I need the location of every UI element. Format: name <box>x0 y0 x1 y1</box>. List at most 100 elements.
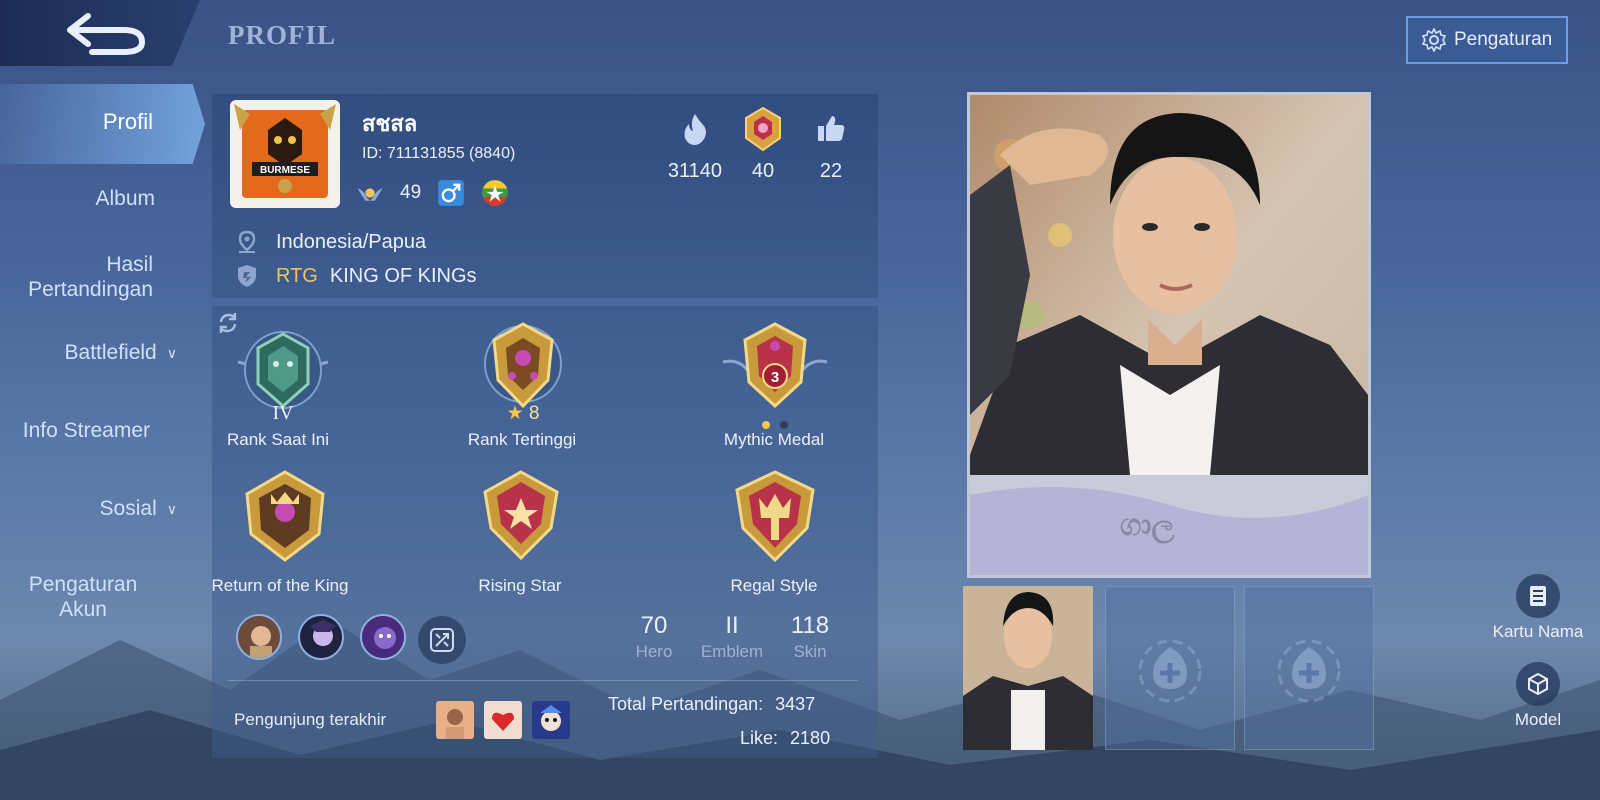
divider <box>228 680 858 681</box>
album-add-slot-1[interactable] <box>1105 586 1235 750</box>
skin-count-label: Skin <box>793 642 827 661</box>
squad-name: KING OF KINGs <box>329 264 477 287</box>
location-text: Indonesia/Papua <box>276 230 427 253</box>
profile-main-photo[interactable]: ගාල <box>967 92 1371 578</box>
sidebar-item-label: Info Streamer <box>22 419 150 442</box>
settings-button[interactable]: Pengaturan <box>1406 16 1568 64</box>
location-row: Indonesia/Papua <box>236 228 426 256</box>
sidebar-item-label: Album <box>95 187 155 210</box>
player-level-row: 49 <box>356 178 509 208</box>
back-arrow-icon <box>67 13 146 55</box>
popularity-value: 31140 <box>667 160 723 182</box>
emblem-count[interactable]: II Emblem <box>692 612 772 662</box>
gear-icon <box>1422 28 1446 52</box>
sidebar-item-label: Profil <box>102 109 153 134</box>
favorite-hero-1[interactable] <box>236 614 282 660</box>
mythical-glory-badge-icon <box>484 322 562 409</box>
avatar-badge-text: BURMESE <box>260 165 310 176</box>
page-title: PROFIL <box>228 20 337 50</box>
male-icon <box>438 180 464 206</box>
player-name: สชสล <box>362 111 418 136</box>
return-of-the-king-medal[interactable] <box>210 468 360 564</box>
squad-row[interactable]: RTG KING OF KINGs <box>236 262 477 290</box>
charisma-stat[interactable]: 40 <box>728 104 798 182</box>
model-label: Model <box>1514 710 1562 729</box>
emblem-count-value: II <box>725 612 739 639</box>
chevron-down-icon: ∨ <box>166 500 177 517</box>
return-of-the-king-icon <box>245 470 325 562</box>
emblem-count-label: Emblem <box>700 642 764 661</box>
current-rank-medal[interactable]: IV <box>208 322 358 424</box>
total-matches: Total Pertandingan: 3437 <box>608 694 815 715</box>
total-matches-label: Total Pertandingan: <box>608 694 764 714</box>
album-add-slot-2[interactable] <box>1244 586 1374 750</box>
medal-icon <box>745 106 781 152</box>
model-button[interactable]: Model <box>1483 662 1593 730</box>
visitor-avatar <box>436 701 474 739</box>
sidebar-item-profil[interactable]: Profil <box>0 84 205 164</box>
highest-rank-label: Rank Tertinggi <box>467 430 577 449</box>
sidebar-item-label: Pengaturan Akun <box>28 573 138 621</box>
squad-abbreviation: RTG <box>276 264 318 287</box>
total-matches-value: 3437 <box>775 694 816 714</box>
shuffle-icon <box>430 628 454 652</box>
star-icon: ★ <box>506 403 524 424</box>
visitor-avatar-1[interactable] <box>436 701 474 739</box>
level-wings-icon <box>357 188 383 201</box>
rank-tier: IV <box>272 402 294 424</box>
popularity-stat[interactable]: 31140 <box>660 112 730 182</box>
regal-style-icon <box>735 470 815 563</box>
sidebar-item-match-results[interactable]: Hasil Pertandingan <box>3 252 153 302</box>
settings-label: Pengaturan <box>1454 29 1553 50</box>
profile-photo: ගාල <box>970 95 1368 575</box>
favorite-hero-2[interactable] <box>298 614 344 660</box>
add-photo-icon <box>1277 639 1341 703</box>
myanmar-flag-icon <box>482 180 509 206</box>
album-photo <box>963 586 1093 750</box>
avatar[interactable]: BURMESE <box>230 100 340 208</box>
name-card-button[interactable]: Kartu Nama <box>1483 574 1593 642</box>
name-card-icon <box>1516 574 1560 618</box>
top-bar: PROFIL Pengaturan <box>0 0 1600 70</box>
sidebar-item-account-settings[interactable]: Pengaturan Akun <box>13 572 153 622</box>
hero-count[interactable]: 70 Hero <box>614 612 694 662</box>
profile-stats: 31140 40 22 <box>660 106 860 192</box>
current-rank-label: Rank Saat Ini <box>226 430 330 449</box>
sidebar-item-album[interactable]: Album <box>95 186 155 211</box>
sidebar-item-label: Sosial <box>99 497 157 520</box>
visitor-avatar <box>532 701 570 739</box>
skin-count-value: 118 <box>790 612 830 639</box>
location-pin-icon <box>238 230 256 253</box>
mythic-medal-value: 3 <box>771 369 779 386</box>
rising-star-medal[interactable] <box>446 468 596 564</box>
return-of-the-king-label: Return of the King <box>211 576 349 595</box>
total-likes-label: Like: <box>740 728 779 748</box>
mythic-medal-icon: 3 <box>722 322 828 409</box>
regal-style-medal[interactable] <box>700 468 850 564</box>
cube-icon <box>1516 662 1560 706</box>
sidebar-item-battlefield[interactable]: Battlefield ∨ <box>65 340 177 366</box>
visitor-avatar-3[interactable] <box>532 701 570 739</box>
rising-star-icon <box>483 470 559 561</box>
rising-star-label: Rising Star <box>478 576 562 595</box>
sidebar-item-sosial[interactable]: Sosial ∨ <box>100 496 177 522</box>
visitor-avatar <box>484 701 522 739</box>
favorite-hero-3[interactable] <box>360 614 406 660</box>
likes-stat[interactable]: 22 <box>796 112 866 182</box>
sidebar-item-label: Battlefield <box>64 341 157 364</box>
rank-stars-value: 8 <box>528 403 540 424</box>
back-button[interactable] <box>62 8 152 58</box>
visitor-avatar-2[interactable] <box>484 701 522 739</box>
mythic-medal[interactable]: 3 <box>700 318 850 429</box>
sidebar-item-info-streamer[interactable]: Info Streamer <box>23 418 150 443</box>
skin-count[interactable]: 118 Skin <box>770 612 850 662</box>
player-id[interactable]: ID: 711131855 (8840) <box>362 145 515 163</box>
total-likes: Like: 2180 <box>740 728 830 749</box>
chevron-down-icon: ∨ <box>166 344 177 361</box>
shuffle-heroes-button[interactable] <box>418 616 466 664</box>
thumbs-up-icon <box>818 116 845 141</box>
highest-rank-medal[interactable]: ★ 8 <box>448 318 598 424</box>
mythic-medal-label: Mythic Medal <box>723 430 825 449</box>
album-thumbnail-1[interactable] <box>963 586 1093 750</box>
photo-overlay-text: ගාල <box>1120 508 1174 544</box>
